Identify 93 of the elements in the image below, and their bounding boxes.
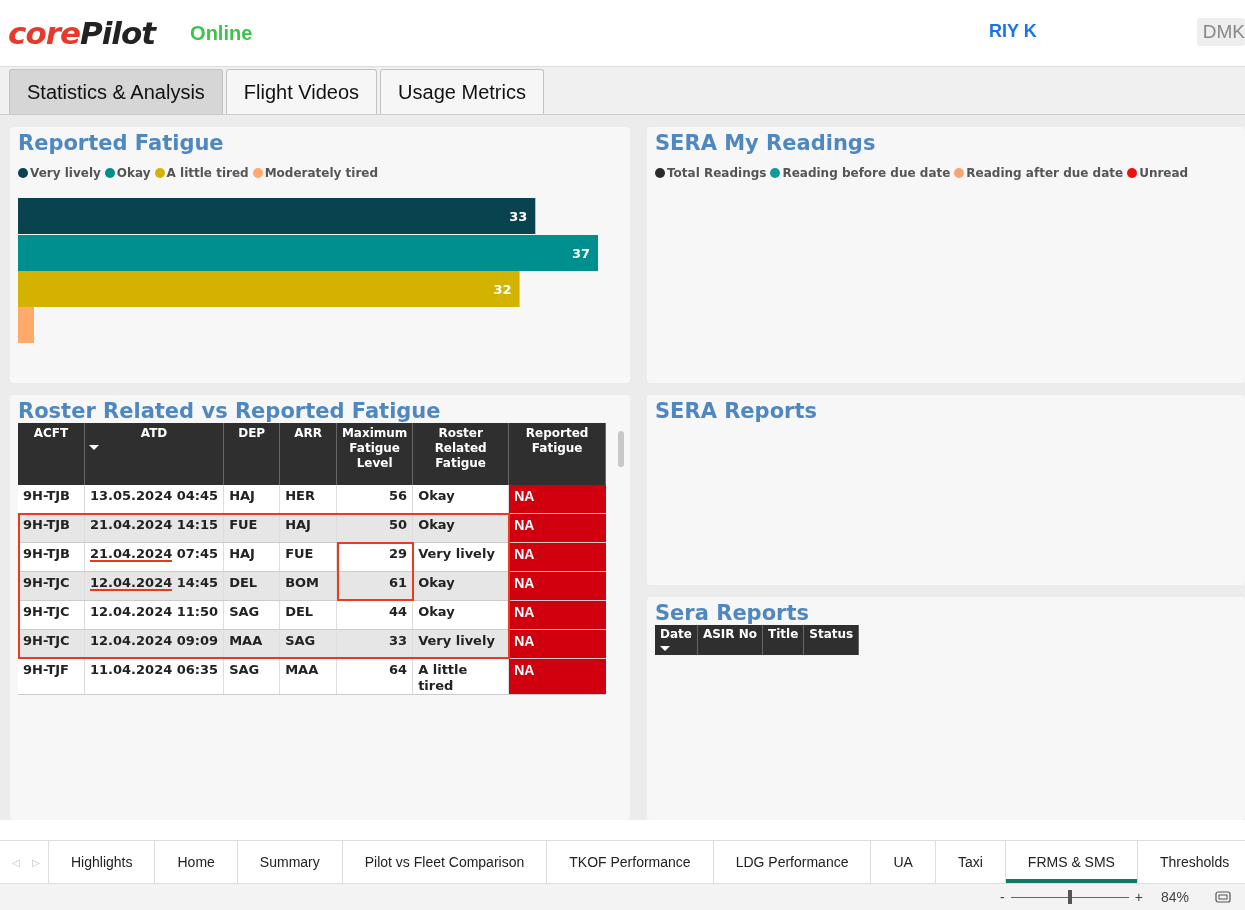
zoom-in-button[interactable]: +: [1134, 889, 1143, 905]
date-time: 12.04.2024 09:09: [90, 633, 219, 648]
table-cell: 9H-TJF: [18, 658, 85, 695]
table-cell: SAG: [223, 600, 280, 630]
table-cell: MAA: [279, 658, 337, 695]
table-cell: Okay: [412, 571, 509, 601]
column-header[interactable]: Status: [803, 625, 859, 655]
table-cell: BOM: [279, 571, 337, 601]
table-cell: HAJ: [223, 542, 280, 572]
table-cell: Okay: [412, 513, 509, 543]
table-cell: 9H-TJC: [18, 571, 85, 601]
date-time: 12.04.2024 14:45: [90, 575, 219, 591]
bar-value: 33: [509, 209, 528, 224]
legend-label: Very lively: [30, 166, 101, 180]
table-cell: 44: [336, 600, 413, 630]
page-tab[interactable]: Taxi: [935, 841, 1006, 883]
table-cell: 50: [336, 513, 413, 543]
page-tab[interactable]: FRMS & SMS: [1005, 841, 1138, 883]
page-tab[interactable]: LDG Performance: [713, 841, 872, 883]
page-tab[interactable]: Summary: [237, 841, 343, 883]
table-cell: SAG: [223, 658, 280, 695]
column-header[interactable]: ACFT: [18, 423, 85, 485]
panel-title: Roster Related vs Reported Fatigue: [18, 399, 441, 423]
legend-label: A little tired: [166, 166, 249, 180]
bar-value: 32: [493, 282, 512, 297]
table-cell: DEL: [279, 600, 337, 630]
table-cell: NA: [508, 600, 606, 630]
legend-label: Unread: [1139, 166, 1189, 180]
page-tab[interactable]: Home: [155, 841, 238, 883]
logo: corePilot: [8, 15, 156, 51]
table-cell: HAJ: [279, 513, 337, 543]
legend-label: Reading before due date: [782, 166, 951, 180]
table-cell: Okay: [412, 600, 509, 630]
tab[interactable]: Flight Videos: [225, 69, 378, 114]
user-name[interactable]: RIY K: [989, 20, 1037, 42]
zoom-level: 84%: [1160, 889, 1189, 905]
table-cell: A little tired: [412, 658, 509, 695]
page-tab[interactable]: TKOF Performance: [547, 841, 714, 883]
legend-label: Okay: [116, 166, 151, 180]
table-cell: Okay: [412, 485, 509, 514]
table-cell: NA: [508, 629, 606, 659]
legend-label: Total Readings: [667, 166, 767, 180]
table-cell: FUE: [223, 513, 280, 543]
column-header[interactable]: Reported Fatigue: [508, 423, 606, 485]
panel-title: Sera Reports: [655, 601, 809, 625]
date-time: 21.04.2024 14:15: [90, 517, 219, 532]
table-cell: Very lively: [412, 542, 509, 572]
column-header[interactable]: DEP: [223, 423, 280, 485]
bar-value: 37: [571, 246, 590, 261]
slider-thumb[interactable]: [1067, 890, 1072, 904]
tab[interactable]: Usage Metrics: [380, 69, 544, 114]
column-header[interactable]: Maximum Fatigue Level: [336, 423, 413, 485]
table-cell: 9H-TJB: [18, 513, 85, 543]
column-header[interactable]: Date: [655, 625, 698, 655]
page-tab[interactable]: Pilot vs Fleet Comparison: [342, 841, 548, 883]
legend-label: Moderately tired: [264, 166, 379, 180]
panel-title: SERA My Readings: [655, 131, 876, 155]
table-cell: 9H-TJB: [18, 542, 85, 572]
table-cell: FUE: [279, 542, 337, 572]
scrollbar[interactable]: [618, 431, 624, 467]
legend-label: Reading after due date: [966, 166, 1124, 180]
sort-arrow-icon[interactable]: [89, 445, 99, 450]
column-header[interactable]: Title: [762, 625, 804, 655]
table-cell: 56: [336, 485, 413, 514]
date-time: 21.04.2024 07:45: [90, 546, 219, 562]
panel-title: SERA Reports: [655, 399, 817, 423]
page-tab[interactable]: Highlights: [49, 841, 156, 883]
page-tab[interactable]: Thresholds: [1137, 841, 1245, 883]
table-cell: HER: [279, 485, 337, 514]
table-cell: NA: [508, 658, 606, 695]
table-cell: 9H-TJC: [18, 600, 85, 630]
table-cell: NA: [508, 485, 606, 514]
sort-arrow-icon[interactable]: [660, 646, 670, 651]
column-header[interactable]: ATD: [84, 423, 224, 485]
page-tab[interactable]: UA: [871, 841, 936, 883]
date-time: 13.05.2024 04:45: [90, 488, 219, 503]
date-time: 11.04.2024 06:35: [90, 662, 219, 677]
table-cell: DEL: [223, 571, 280, 601]
zoom-out-button[interactable]: -: [1000, 889, 1005, 905]
column-header[interactable]: ASIR No: [697, 625, 763, 655]
table-cell: NA: [508, 571, 606, 601]
date-time: 12.04.2024 11:50: [90, 604, 219, 619]
table-cell: 9H-TJB: [18, 485, 85, 514]
table-cell: NA: [508, 513, 606, 543]
status-label: Online: [190, 21, 253, 45]
panel-title: Reported Fatigue: [18, 131, 224, 155]
table-cell: NA: [508, 542, 606, 572]
table-cell: 64: [336, 658, 413, 695]
column-header[interactable]: Roster Related Fatigue: [412, 423, 509, 485]
tab[interactable]: Statistics & Analysis: [9, 69, 223, 114]
column-header[interactable]: ARR: [279, 423, 337, 485]
fit-to-page-icon[interactable]: [1215, 891, 1231, 903]
table-cell: HAJ: [223, 485, 280, 514]
